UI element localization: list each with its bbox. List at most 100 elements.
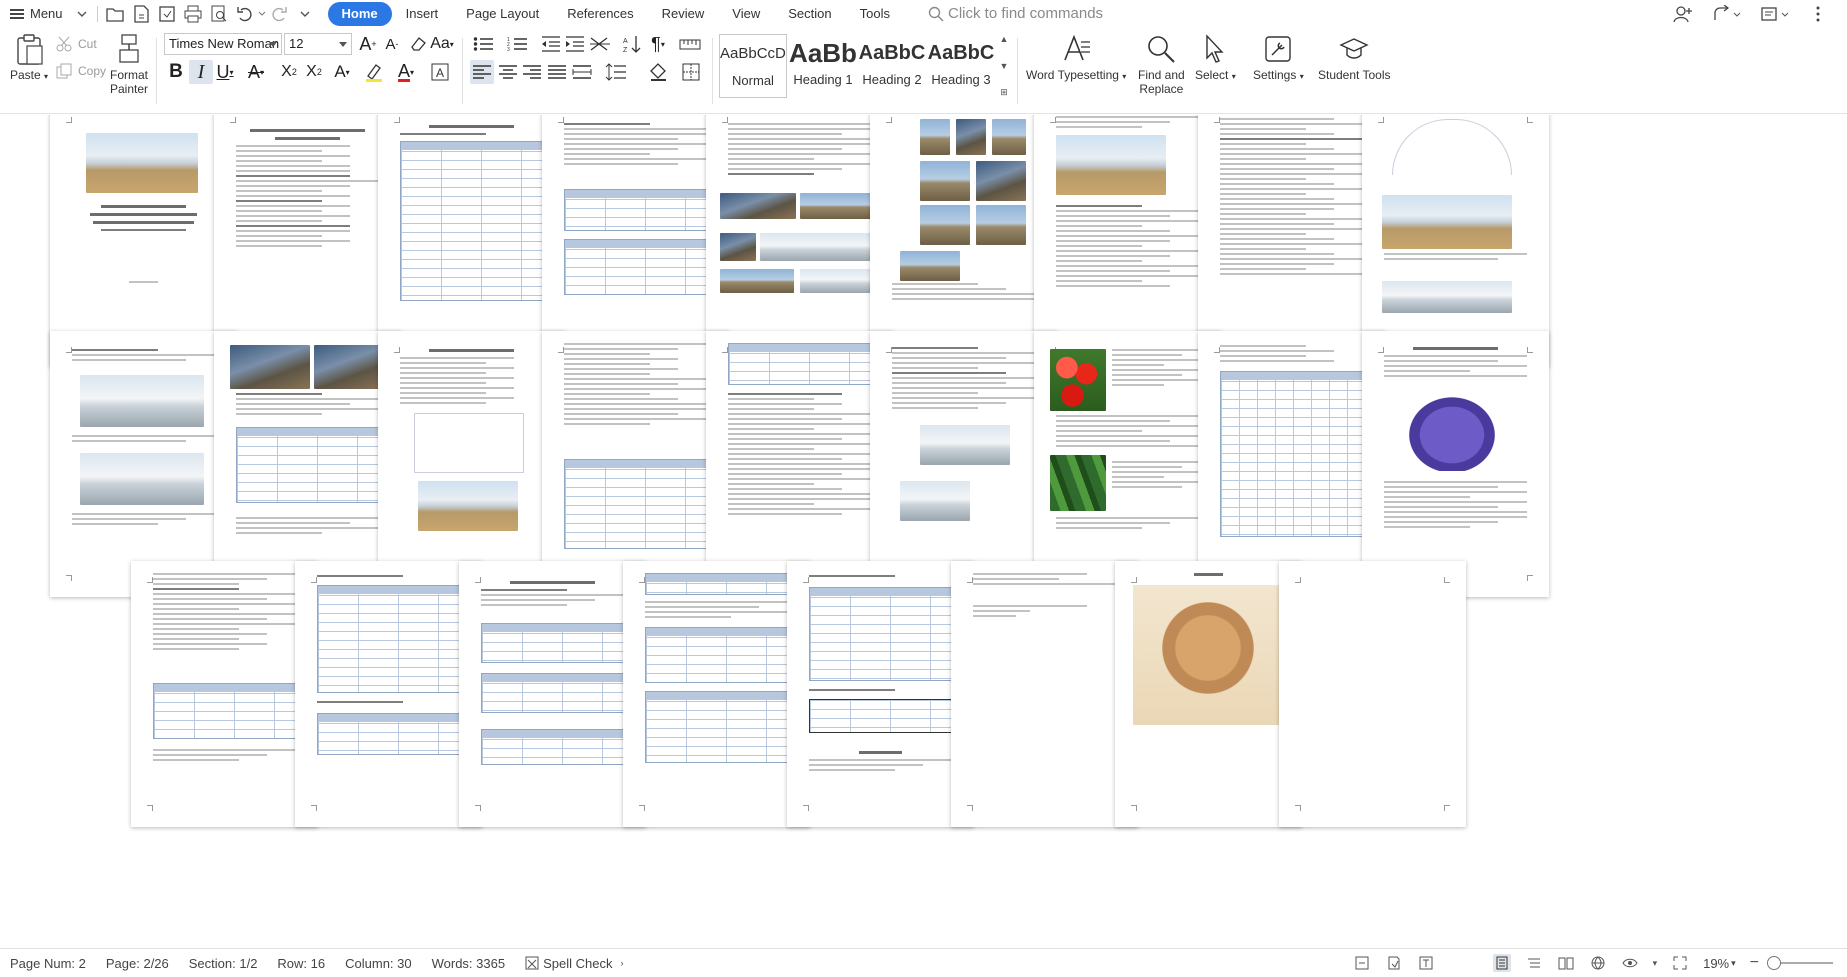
new-document-icon[interactable]	[130, 3, 152, 25]
styles-scroll[interactable]: ▲ ▼ ⊞	[997, 34, 1011, 98]
outline-view-icon[interactable]	[1525, 954, 1543, 972]
document-canvas[interactable]	[0, 115, 1847, 948]
page-thumbnail-2[interactable]	[214, 115, 401, 367]
web-view-icon[interactable]	[1589, 954, 1607, 972]
tab-insert[interactable]: Insert	[392, 2, 453, 26]
page-thumbnail-11[interactable]	[214, 331, 401, 597]
strikethrough-button[interactable]: A ▾	[244, 60, 268, 84]
font-name-select[interactable]: Times New Roman	[164, 33, 282, 55]
page-thumbnail-25[interactable]	[1115, 561, 1302, 827]
tab-tools[interactable]: Tools	[846, 2, 904, 26]
line-spacing-button[interactable]	[604, 60, 628, 84]
tab-section[interactable]: Section	[774, 2, 845, 26]
select-button[interactable]: Select ▾	[1195, 34, 1236, 84]
add-user-icon[interactable]	[1673, 5, 1693, 23]
bold-button[interactable]: B	[164, 60, 188, 84]
page-thumbnail-22[interactable]	[623, 561, 810, 827]
font-size-select[interactable]: 12	[284, 33, 352, 55]
increase-indent-button[interactable]	[563, 32, 587, 56]
page-thumbnail-15[interactable]	[870, 331, 1057, 597]
page-number-status[interactable]: Page Num: 2	[0, 956, 96, 971]
find-replace-button[interactable]: Find and Replace	[1138, 34, 1185, 96]
page-thumbnail-21[interactable]	[459, 561, 646, 827]
ruler-button[interactable]	[678, 32, 702, 56]
page-thumbnail-26[interactable]	[1279, 561, 1466, 827]
font-color-button[interactable]: A ▾	[394, 60, 418, 84]
tab-review[interactable]: Review	[648, 2, 719, 26]
page-count-status[interactable]: Page: 2/26	[96, 956, 179, 971]
fit-page-icon[interactable]	[1671, 954, 1689, 972]
translate-icon[interactable]	[1417, 954, 1435, 972]
align-center-button[interactable]	[496, 60, 520, 84]
format-painter-button[interactable]: Format Painter	[108, 34, 150, 96]
page-thumbnail-1[interactable]	[50, 115, 237, 367]
style-heading-2[interactable]: AaBbC Heading 2	[858, 34, 926, 98]
align-left-button[interactable]	[470, 60, 494, 84]
grow-font-button[interactable]: A +	[356, 32, 380, 56]
page-thumbnail-12[interactable]	[378, 331, 565, 597]
page-thumbnail-18[interactable]	[1362, 331, 1549, 597]
print-icon[interactable]	[182, 3, 204, 25]
student-tools-button[interactable]: Student Tools	[1318, 34, 1391, 82]
show-marks-button[interactable]: ¶ ▾	[646, 32, 670, 56]
decrease-indent-button[interactable]	[539, 32, 563, 56]
eye-protection-icon[interactable]	[1621, 954, 1639, 972]
character-border-button[interactable]: A	[428, 60, 452, 84]
output-icon[interactable]	[1385, 954, 1403, 972]
more-options-icon[interactable]	[1761, 5, 1789, 23]
distributed-button[interactable]	[570, 60, 594, 84]
page-thumbnail-24[interactable]	[951, 561, 1138, 827]
tab-references[interactable]: References	[553, 2, 647, 26]
zoom-out-button[interactable]: −	[1750, 954, 1759, 972]
spell-check-button[interactable]: Spell Check ›	[515, 956, 633, 971]
highlight-button[interactable]	[362, 60, 386, 84]
page-thumbnail-13[interactable]	[542, 331, 729, 597]
tab-view[interactable]: View	[718, 2, 774, 26]
cut-button[interactable]: Cut	[56, 36, 97, 52]
borders-button[interactable]	[680, 60, 704, 84]
clear-format-button[interactable]	[406, 32, 430, 56]
justify-button[interactable]	[545, 60, 569, 84]
page-thumbnail-19[interactable]	[131, 561, 318, 827]
shrink-font-button[interactable]: A-	[380, 32, 404, 56]
style-normal[interactable]: AaBbCcDd Normal	[719, 34, 787, 98]
underline-button[interactable]: U ▾	[213, 60, 237, 84]
paste-button[interactable]: Paste ▾	[10, 34, 48, 84]
numbering-button[interactable]: 123	[506, 32, 530, 56]
chinese-layout-button[interactable]	[588, 32, 612, 56]
page-thumbnail-10[interactable]	[50, 331, 237, 597]
change-case-button[interactable]: Aa ▾	[430, 32, 454, 56]
copy-button[interactable]: Copy	[56, 63, 106, 79]
page-thumbnail-6[interactable]	[870, 115, 1057, 367]
save-as-icon[interactable]	[156, 3, 178, 25]
page-thumbnail-14[interactable]	[706, 331, 893, 597]
section-status[interactable]: Section: 1/2	[179, 956, 268, 971]
style-heading-1[interactable]: AaBb Heading 1	[789, 34, 857, 98]
undo-icon[interactable]	[234, 3, 256, 25]
page-thumbnail-17[interactable]	[1198, 331, 1385, 597]
page-thumbnail-20[interactable]	[295, 561, 482, 827]
tab-page-layout[interactable]: Page Layout	[452, 2, 553, 26]
expand-styles-icon[interactable]: ⊞	[1000, 87, 1008, 98]
page-thumbnail-3[interactable]	[378, 115, 565, 367]
word-typesetting-button[interactable]: Word Typesetting ▾	[1026, 34, 1126, 84]
zoom-slider[interactable]	[1767, 956, 1833, 970]
bullets-button[interactable]	[472, 32, 496, 56]
command-search[interactable]: Click to find commands	[928, 5, 1103, 22]
share-icon[interactable]	[1713, 4, 1741, 23]
protect-icon[interactable]	[1353, 954, 1371, 972]
shading-button[interactable]	[646, 60, 670, 84]
tab-home[interactable]: Home	[327, 1, 392, 26]
chevron-down-icon[interactable]	[294, 3, 316, 25]
page-thumbnail-23[interactable]	[787, 561, 974, 827]
redo-icon[interactable]	[268, 3, 290, 25]
menu-button[interactable]: Menu	[0, 0, 93, 27]
page-thumbnail-7[interactable]	[1034, 115, 1221, 367]
page-thumbnail-5[interactable]	[706, 115, 893, 367]
more-icon[interactable]	[1809, 5, 1827, 23]
page-thumbnail-9[interactable]	[1362, 115, 1549, 367]
chevron-up-icon[interactable]: ▲	[1000, 34, 1009, 44]
chevron-down-icon[interactable]: ▼	[1000, 61, 1009, 71]
subscript-button[interactable]: X2	[302, 60, 326, 84]
page-thumbnail-8[interactable]	[1198, 115, 1385, 367]
